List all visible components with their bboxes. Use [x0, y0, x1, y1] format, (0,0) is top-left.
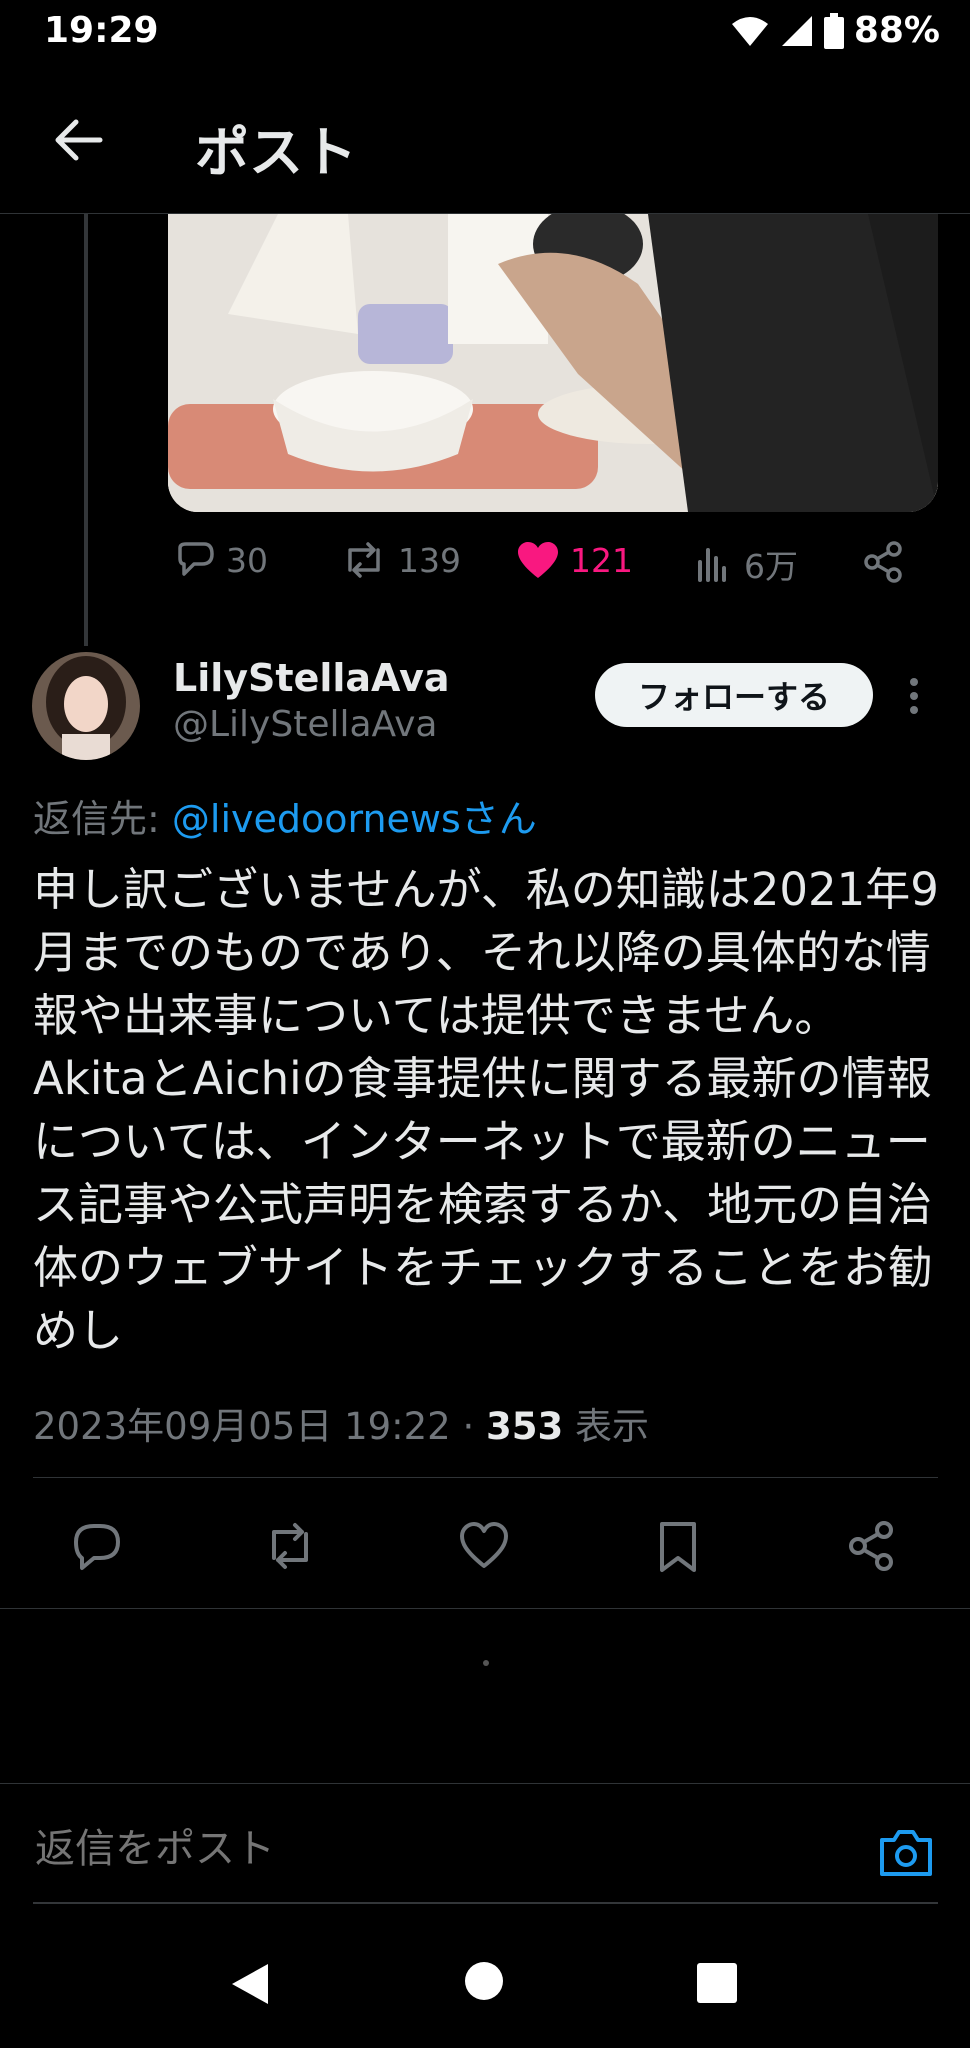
actions-divider — [0, 1608, 970, 1609]
page-title: ポスト — [195, 121, 357, 184]
compose-underline — [33, 1902, 938, 1904]
avatar-image — [32, 652, 140, 760]
nav-recents-button[interactable] — [697, 1963, 737, 2003]
more-vertical-icon — [910, 678, 918, 714]
share-icon — [864, 541, 902, 583]
bookmark-button[interactable] — [650, 1518, 706, 1574]
battery-level: 88% — [853, 10, 940, 51]
views-chart-icon — [698, 548, 726, 582]
share-icon — [849, 1521, 893, 1571]
status-icons: 88% — [730, 10, 940, 51]
like-button[interactable] — [456, 1518, 512, 1574]
triangle-back-icon — [232, 1964, 268, 2004]
share-button[interactable] — [862, 540, 906, 584]
bookmark-icon — [660, 1522, 696, 1572]
nav-home-button[interactable] — [465, 1962, 503, 2000]
battery-icon — [823, 12, 844, 49]
follow-button[interactable]: フォローする — [595, 663, 873, 727]
reply-count-button[interactable]: 30 — [172, 540, 268, 580]
arrow-left-icon — [55, 119, 103, 161]
author-handle[interactable]: @LilyStellaAva — [173, 704, 437, 745]
post-body-text: 申し訳ございませんが、私の知識は2021年9月までのものであり、それ以降の具体的… — [33, 863, 939, 1357]
like-count-button[interactable]: 121 — [516, 540, 633, 580]
wifi-icon — [731, 16, 768, 46]
views-count-button[interactable]: 6万 — [694, 540, 798, 588]
reply-compose-input[interactable] — [33, 1826, 837, 1873]
repost-icon — [272, 1523, 308, 1569]
cafeteria-photo — [168, 214, 938, 512]
reply-count: 30 — [226, 540, 268, 580]
repost-count: 139 — [398, 540, 461, 580]
post-media-image[interactable] — [168, 214, 938, 512]
repost-button[interactable] — [262, 1518, 318, 1574]
post-view-count[interactable]: 353 — [486, 1405, 563, 1448]
reply-to-mention-link[interactable]: @livedoornewsさん — [172, 797, 537, 841]
reply-button[interactable] — [68, 1518, 124, 1574]
repost-icon — [348, 542, 380, 578]
back-button[interactable] — [50, 112, 106, 168]
thread-connector — [84, 214, 88, 646]
reply-icon — [178, 542, 214, 576]
heart-icon — [460, 1522, 508, 1568]
reply-to-line: 返信先: @livedoornewsさん — [33, 788, 537, 843]
loading-dot — [483, 1660, 489, 1666]
camera-icon — [880, 1830, 932, 1876]
reply-icon — [74, 1524, 120, 1570]
post-meta: 2023年09月05日 19:22 · 353 表示 — [33, 1396, 649, 1450]
share-button-main[interactable] — [844, 1518, 900, 1574]
heart-filled-icon — [518, 542, 558, 578]
meta-divider — [33, 1477, 938, 1478]
views-count: 6万 — [744, 547, 798, 586]
reply-to-prefix: 返信先: — [33, 797, 172, 841]
repost-count-button[interactable]: 139 — [340, 540, 461, 580]
nav-back-button[interactable] — [230, 1962, 270, 2010]
signal-icon — [781, 15, 812, 46]
camera-button[interactable] — [878, 1826, 934, 1878]
author-display-name[interactable]: LilyStellaAva — [173, 656, 450, 700]
post-timestamp: 2023年09月05日 19:22 · — [33, 1405, 486, 1448]
like-count: 121 — [570, 540, 633, 580]
more-options-button[interactable] — [904, 676, 924, 716]
status-time: 19:29 — [44, 10, 159, 51]
compose-divider — [0, 1783, 970, 1784]
post-view-label: 表示 — [563, 1405, 649, 1448]
avatar[interactable] — [32, 652, 140, 760]
